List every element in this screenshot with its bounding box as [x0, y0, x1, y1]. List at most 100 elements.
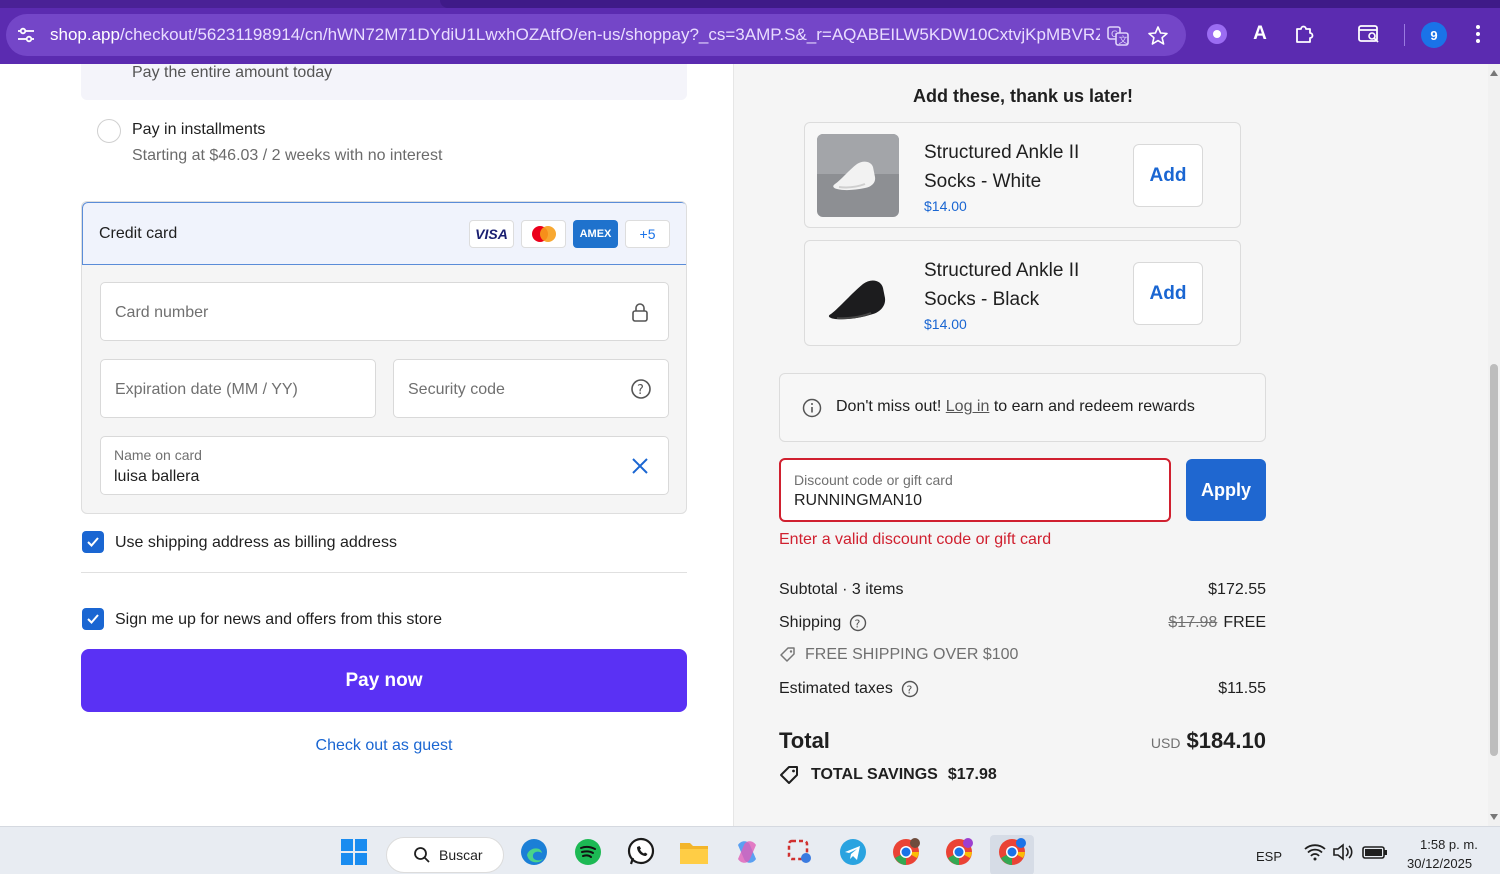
rewards-prefix: Don't miss out!: [836, 398, 942, 415]
apply-discount-button[interactable]: Apply: [1186, 459, 1266, 521]
add-product-button[interactable]: Add: [1133, 144, 1203, 207]
extension-eye-icon[interactable]: [1205, 22, 1229, 46]
savings-value: $17.98: [947, 766, 997, 783]
chrome-profile-2-icon[interactable]: [944, 837, 974, 867]
total-label: Total: [779, 728, 830, 753]
clock-date[interactable]: 30/12/2025: [1407, 856, 1472, 871]
help-question-icon[interactable]: ?: [630, 378, 652, 400]
credit-card-option[interactable]: Credit card VISA AMEX +5: [82, 202, 686, 265]
windows-start-icon[interactable]: [339, 837, 369, 867]
rewards-suffix: to earn and redeem rewards: [993, 398, 1195, 415]
total-amount: $184.10: [1186, 728, 1266, 753]
security-code-placeholder: Security code: [408, 381, 505, 398]
profile-avatar[interactable]: 9: [1421, 22, 1447, 48]
pay-full-option[interactable]: Pay the entire amount today: [81, 64, 687, 100]
total-savings: TOTAL SAVINGS $17.98: [779, 765, 997, 785]
clear-x-icon[interactable]: [629, 455, 651, 477]
name-on-card-value: luisa ballera: [114, 468, 200, 485]
url-text[interactable]: shop.app/checkout/56231198914/cn/hWN72M7…: [50, 25, 1100, 45]
address-bar[interactable]: shop.app/checkout/56231198914/cn/hWN72M7…: [6, 14, 1186, 56]
info-icon: [802, 398, 822, 418]
url-path: /checkout/56231198914/cn/hWN72M71DYdiU1L…: [119, 25, 1100, 44]
shipping-help-icon[interactable]: ?: [849, 614, 867, 632]
chrome-profile-1-icon[interactable]: [891, 837, 921, 867]
upsell-product-card: Structured Ankle II Socks - White $14.00…: [804, 122, 1241, 228]
billing-checkbox[interactable]: [82, 531, 104, 553]
svg-text:?: ?: [906, 684, 912, 697]
subtotal-label: Subtotal · 3 items: [779, 581, 904, 598]
savings-label: TOTAL SAVINGS: [811, 766, 938, 783]
guest-checkout-link[interactable]: Check out as guest: [0, 737, 768, 755]
subtotal-value: $172.55: [1208, 581, 1266, 598]
card-number-placeholder: Card number: [115, 304, 209, 321]
svg-text:文: 文: [1119, 34, 1128, 46]
shipping-value: $17.98 FREE: [1168, 614, 1266, 632]
svg-text:?: ?: [855, 618, 861, 631]
site-info-icon[interactable]: [16, 25, 36, 45]
name-on-card-label: Name on card: [114, 447, 202, 463]
scroll-down-arrow[interactable]: [1490, 814, 1498, 820]
total-value: USD $184.10: [1151, 728, 1266, 754]
card-number-field[interactable]: Card number: [100, 282, 669, 341]
savings-tag-icon: [780, 766, 798, 784]
browser-toolbar: shop.app/checkout/56231198914/cn/hWN72M7…: [0, 0, 1500, 64]
name-on-card-field[interactable]: Name on card luisa ballera: [100, 436, 669, 495]
page-scrollbar[interactable]: [1488, 64, 1500, 826]
extension-a-icon[interactable]: A: [1248, 22, 1272, 46]
wifi-icon[interactable]: [1300, 837, 1330, 867]
shipping-discount-tag: FREE SHIPPING OVER $100: [779, 646, 1018, 664]
product-name: Structured Ankle II Socks - Black: [924, 260, 1080, 310]
edge-icon[interactable]: [519, 837, 549, 867]
scroll-up-arrow[interactable]: [1490, 70, 1498, 76]
url-host: shop.app: [50, 25, 120, 44]
telegram-icon[interactable]: [838, 837, 868, 867]
installments-title[interactable]: Pay in installments: [132, 121, 265, 139]
security-code-field[interactable]: Security code ?: [393, 359, 669, 418]
divider: [81, 572, 687, 573]
svg-text:?: ?: [637, 383, 644, 398]
translate-icon[interactable]: G文: [1107, 25, 1129, 47]
chrome-profile-3-icon[interactable]: [997, 837, 1027, 867]
pay-now-button[interactable]: Pay now: [81, 649, 687, 712]
taskbar-search[interactable]: Buscar: [386, 837, 504, 873]
battery-icon[interactable]: [1360, 837, 1390, 867]
more-menu-icon[interactable]: [1466, 22, 1490, 46]
whatsapp-icon[interactable]: [626, 837, 656, 867]
taxes-help-icon[interactable]: ?: [901, 680, 919, 698]
search-icon: [414, 847, 430, 863]
installments-radio[interactable]: [97, 119, 121, 143]
discount-error-message: Enter a valid discount code or gift card: [779, 531, 1052, 548]
bookmark-star-icon[interactable]: [1147, 25, 1169, 47]
upsell-product-card: Structured Ankle II Socks - Black $14.00…: [804, 240, 1241, 346]
copilot-icon[interactable]: [732, 837, 762, 867]
discount-label: Discount code or gift card: [794, 472, 953, 488]
login-link[interactable]: Log in: [946, 398, 990, 415]
windows-taskbar: Buscar ESP 1:58 p. m. 30/12/2025: [0, 826, 1500, 874]
clock-time[interactable]: 1:58 p. m.: [1420, 837, 1478, 852]
discount-value: RUNNINGMAN10: [794, 492, 923, 509]
expiration-date-field[interactable]: Expiration date (MM / YY): [100, 359, 376, 418]
payment-section: Pay the entire amount today Pay in insta…: [0, 64, 733, 826]
upsell-title: Add these, thank us later!: [912, 86, 1134, 106]
rewards-banner: Don't miss out! Log in to earn and redee…: [779, 373, 1266, 442]
extensions-puzzle-icon[interactable]: [1292, 22, 1316, 46]
mastercard-logo: [521, 220, 566, 248]
language-indicator[interactable]: ESP: [1256, 849, 1282, 864]
discount-code-field[interactable]: Discount code or gift card RUNNINGMAN10: [779, 458, 1171, 522]
order-summary: Add these, thank us later! Structured An…: [733, 64, 1488, 826]
newsletter-checkbox-label[interactable]: Sign me up for news and offers from this…: [115, 611, 442, 629]
file-explorer-icon[interactable]: [679, 837, 709, 867]
volume-icon[interactable]: [1328, 837, 1358, 867]
tab-search-icon[interactable]: [1357, 22, 1381, 46]
product-name: Structured Ankle II Socks - White: [924, 142, 1080, 192]
newsletter-checkbox[interactable]: [82, 608, 104, 630]
add-product-button[interactable]: Add: [1133, 262, 1203, 325]
product-price: $14.00: [924, 198, 967, 214]
product-image-black-sock: [817, 252, 899, 335]
billing-checkbox-label[interactable]: Use shipping address as billing address: [115, 534, 397, 552]
pay-full-text: Pay the entire amount today: [132, 64, 333, 81]
scroll-thumb[interactable]: [1490, 364, 1498, 756]
spotify-icon[interactable]: [573, 837, 603, 867]
snipping-tool-icon[interactable]: [785, 837, 815, 867]
credit-card-label: Credit card: [99, 225, 178, 242]
